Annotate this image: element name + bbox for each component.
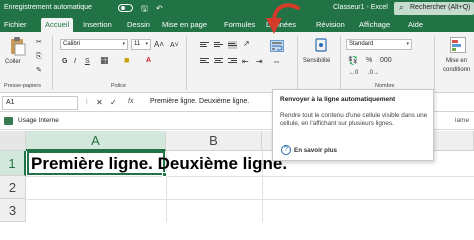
group-divider bbox=[186, 36, 187, 90]
number-format-dropdown[interactable]: Standard ▾ bbox=[346, 39, 412, 50]
search-box[interactable]: ⌕ Rechercher (Alt+Q) bbox=[394, 2, 474, 15]
font-size-value: 11 bbox=[134, 41, 141, 47]
name-box-value: A1 bbox=[6, 99, 15, 106]
underline-button[interactable]: S bbox=[85, 57, 90, 66]
tab-fichier[interactable]: Fichier bbox=[4, 20, 27, 29]
chevron-down-icon: ▾ bbox=[122, 41, 125, 47]
ribbon: Coller ✂ ⎘ ✎ Presse-papiers Calibri ▾ 11 ▾… bbox=[0, 32, 474, 93]
increase-indent-icon[interactable]: ⇥ bbox=[256, 57, 263, 66]
sensitivity-tag-icon bbox=[4, 117, 13, 125]
number-format-value: Standard bbox=[349, 41, 374, 47]
cancel-entry-icon[interactable]: ✕ bbox=[96, 98, 103, 107]
help-icon: ? bbox=[281, 145, 291, 155]
autosave-toggle[interactable] bbox=[118, 4, 133, 12]
sensitivity-icon[interactable] bbox=[313, 37, 329, 53]
group-divider bbox=[52, 36, 53, 90]
select-all-corner[interactable] bbox=[0, 131, 26, 151]
merge-center-icon[interactable]: ⇔ bbox=[272, 57, 281, 66]
save-icon[interactable]: 🖫 bbox=[141, 4, 148, 13]
clipboard-group-label: Presse-papiers bbox=[4, 83, 41, 89]
increase-font-icon[interactable]: A˄ bbox=[154, 40, 164, 49]
paste-button[interactable]: Coller bbox=[5, 58, 21, 67]
decrease-decimal-icon[interactable]: .0→ bbox=[368, 69, 379, 78]
annotation-arrow bbox=[266, 3, 300, 34]
name-box[interactable]: A1 bbox=[2, 96, 78, 110]
sensitivity-bar-right-text: lame bbox=[455, 117, 470, 124]
group-divider bbox=[434, 36, 435, 90]
font-size-dropdown[interactable]: 11 ▾ bbox=[131, 39, 151, 50]
tab-revision[interactable]: Révision bbox=[316, 20, 345, 29]
title-bar: Enregistrement automatique 🖫 ↶ Classeur1… bbox=[0, 0, 474, 17]
row-header-3[interactable]: 3 bbox=[0, 199, 26, 222]
chevron-down-icon: ▾ bbox=[406, 41, 409, 47]
format-painter-icon[interactable]: ✎ bbox=[36, 66, 42, 75]
decrease-indent-icon[interactable]: ⇤ bbox=[242, 57, 249, 66]
currency-icon[interactable]: 💱 bbox=[348, 56, 358, 65]
search-placeholder: Rechercher (Alt+Q) bbox=[410, 4, 471, 11]
sensitivity-button[interactable]: Sensibilité bbox=[303, 57, 330, 66]
align-bottom-icon[interactable] bbox=[228, 41, 237, 49]
increase-decimal-icon[interactable]: ←0 bbox=[349, 69, 358, 78]
autosave-label: Enregistrement automatique bbox=[4, 4, 92, 11]
font-name-value: Calibri bbox=[63, 41, 81, 47]
thousands-icon[interactable]: 000 bbox=[380, 56, 392, 65]
column-header-b[interactable]: B bbox=[166, 131, 262, 151]
tab-insertion[interactable]: Insertion bbox=[83, 20, 112, 29]
align-top-icon[interactable] bbox=[200, 42, 209, 50]
more-options-icon[interactable]: ⋮ bbox=[84, 98, 90, 107]
tab-mise-en-page[interactable]: Mise en page bbox=[162, 20, 207, 29]
formula-input[interactable]: Première ligne. Deuxième ligne. bbox=[150, 98, 249, 105]
group-divider bbox=[340, 36, 341, 90]
align-left-icon[interactable] bbox=[200, 58, 209, 66]
tab-dessin[interactable]: Dessin bbox=[127, 20, 150, 29]
row-header-2[interactable]: 2 bbox=[0, 176, 26, 199]
insert-function-button[interactable]: fx bbox=[128, 98, 133, 105]
learn-more-link[interactable]: En savoir plus bbox=[294, 147, 337, 154]
align-right-icon[interactable] bbox=[228, 58, 237, 66]
gridline bbox=[26, 176, 474, 177]
cut-icon[interactable]: ✂ bbox=[36, 38, 42, 47]
borders-icon[interactable]: ▦ bbox=[100, 56, 109, 65]
row-header-1[interactable]: 1 bbox=[0, 151, 26, 176]
conditional-format-icon[interactable] bbox=[450, 37, 466, 53]
percent-icon[interactable]: % bbox=[366, 56, 372, 65]
window-title: Classeur1 - Excel bbox=[333, 4, 388, 11]
confirm-entry-icon[interactable]: ✓ bbox=[110, 98, 117, 107]
conditional-format-label-1[interactable]: Mise en bbox=[446, 57, 467, 66]
paste-icon[interactable] bbox=[6, 36, 28, 56]
font-name-dropdown[interactable]: Calibri ▾ bbox=[60, 39, 128, 50]
align-middle-icon[interactable] bbox=[214, 42, 223, 50]
font-color-icon[interactable]: A bbox=[146, 56, 151, 65]
decrease-font-icon[interactable]: A˅ bbox=[170, 41, 179, 50]
undo-icon[interactable]: ↶ bbox=[156, 4, 163, 13]
tooltip-description: Rendre tout le contenu d'une cellule vis… bbox=[280, 112, 428, 127]
tab-accueil[interactable]: Accueil bbox=[41, 18, 74, 32]
search-icon: ⌕ bbox=[399, 3, 404, 12]
cell-a1-text: Première ligne. Deuxième ligne. bbox=[31, 154, 288, 173]
fill-color-icon[interactable]: ■ bbox=[124, 56, 129, 65]
conditional-format-label-2[interactable]: conditionn bbox=[443, 66, 470, 75]
column-header-a[interactable]: A bbox=[26, 131, 166, 151]
ribbon-tabs: Fichier Accueil Insertion Dessin Mise en… bbox=[0, 17, 474, 32]
tooltip-title: Renvoyer à la ligne automatiquement bbox=[280, 96, 396, 103]
tab-affichage[interactable]: Affichage bbox=[359, 20, 390, 29]
wrap-text-tooltip: Renvoyer à la ligne automatiquement Rend… bbox=[272, 89, 434, 161]
sensitivity-label[interactable]: Usage Interne bbox=[18, 117, 59, 124]
italic-button[interactable]: I bbox=[74, 57, 76, 66]
font-group-label: Police bbox=[111, 83, 126, 89]
tab-aide[interactable]: Aide bbox=[408, 20, 423, 29]
gridline bbox=[26, 199, 474, 200]
bold-button[interactable]: G bbox=[62, 57, 67, 66]
chevron-down-icon: ▾ bbox=[145, 41, 148, 47]
copy-icon[interactable]: ⎘ bbox=[36, 52, 42, 61]
align-center-icon[interactable] bbox=[214, 58, 223, 66]
